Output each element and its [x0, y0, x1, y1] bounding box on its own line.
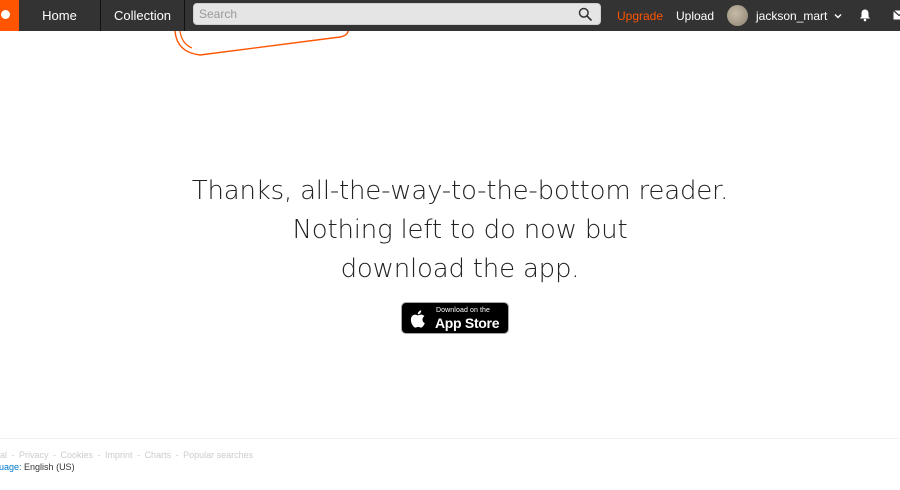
- footer-link-privacy[interactable]: Privacy: [19, 450, 49, 460]
- apple-icon: [410, 310, 425, 328]
- footer-link-popular-searches[interactable]: Popular searches: [183, 450, 253, 460]
- upgrade-link[interactable]: Upgrade: [617, 0, 663, 31]
- app-store-title: App Store: [435, 315, 500, 331]
- language-label[interactable]: guage:: [0, 462, 22, 472]
- footer-link-imprint[interactable]: Imprint: [105, 450, 133, 460]
- footer-links: gal - Privacy - Cookies - Imprint - Char…: [0, 450, 253, 460]
- search-box: [193, 3, 601, 25]
- decorative-curve: [174, 31, 349, 56]
- footer-link-legal[interactable]: gal: [0, 450, 7, 460]
- username: jackson_mart: [756, 8, 828, 23]
- avatar: [727, 5, 748, 26]
- user-menu[interactable]: jackson_mart: [727, 0, 843, 31]
- chevron-down-icon: [834, 13, 842, 18]
- footer-link-charts[interactable]: Charts: [145, 450, 172, 460]
- message-line: Thanks, all-the-way-to-the-bottom reader…: [191, 176, 729, 206]
- footer-link-cookies[interactable]: Cookies: [61, 450, 94, 460]
- message-line: download the app.: [340, 254, 580, 284]
- message-line: Nothing left to do now but: [292, 215, 628, 245]
- language-selector[interactable]: guage: English (US): [0, 462, 75, 472]
- messages-icon[interactable]: [893, 9, 900, 21]
- search-input[interactable]: [194, 4, 574, 24]
- footer-divider: [0, 438, 900, 439]
- end-of-feed-message: Thanks, all-the-way-to-the-bottom reader…: [160, 172, 760, 289]
- upload-link[interactable]: Upload: [676, 0, 714, 31]
- nav-home-tab[interactable]: Home: [19, 0, 101, 31]
- language-value: English (US): [24, 462, 75, 472]
- bell-icon[interactable]: [858, 8, 872, 22]
- search-icon[interactable]: [578, 7, 592, 21]
- soundcloud-logo[interactable]: [0, 0, 19, 31]
- cloud-logo-mark: [1, 10, 10, 19]
- app-store-badge-button[interactable]: Download on the App Store: [401, 302, 509, 334]
- nav-collection-tab[interactable]: Collection: [101, 0, 185, 31]
- top-navigation-bar: Home Collection Upgrade Upload jackson_m…: [0, 0, 900, 31]
- app-store-caption: Download on the: [436, 307, 491, 314]
